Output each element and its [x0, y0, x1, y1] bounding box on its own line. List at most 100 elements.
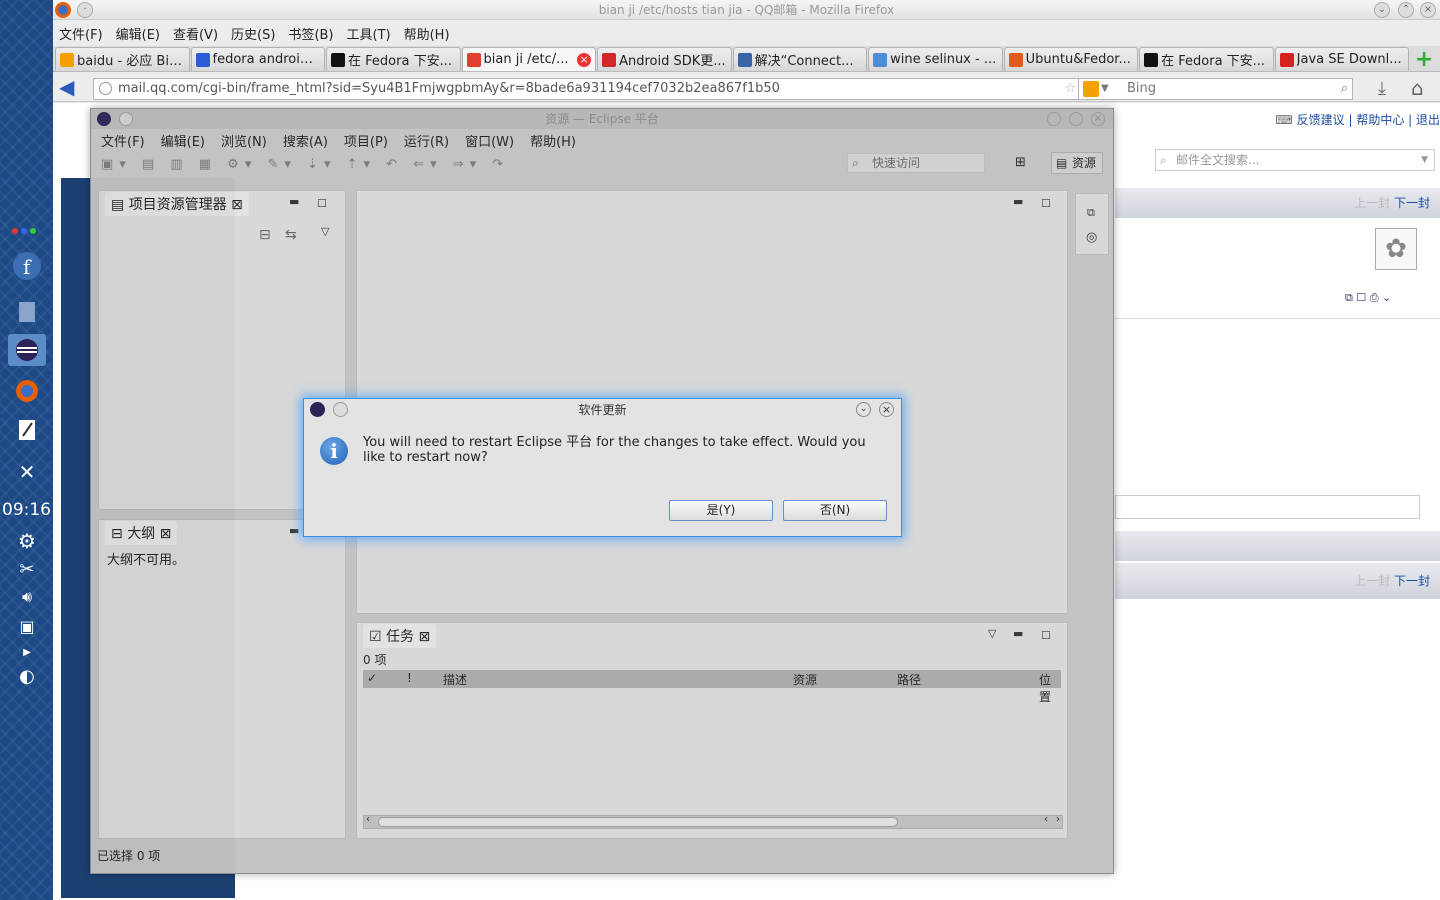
no-button[interactable]: 否(N)	[783, 500, 887, 521]
collapse-all-icon[interactable]: ⊟	[259, 227, 271, 243]
volume-icon[interactable]: 🔊︎	[8, 581, 46, 613]
eclipse-menu-item[interactable]: 搜索(A)	[283, 131, 328, 150]
bookmark-star-icon[interactable]: ☆	[1064, 79, 1076, 99]
tab[interactable]: 解决“Connect...	[732, 47, 868, 71]
task-column-header[interactable]: 位置	[1039, 671, 1061, 705]
open-perspective-icon[interactable]: ⊞	[1015, 155, 1026, 170]
tools-icon[interactable]: ✕	[8, 456, 46, 488]
tasks-minimize-icon[interactable]: ▬	[1013, 627, 1023, 640]
tab[interactable]: wine selinux - ...	[868, 47, 1003, 71]
next-mail-link-bottom[interactable]: 下一封	[1394, 574, 1430, 588]
tasks-hscrollbar[interactable]: ‹ ‹ ›	[363, 814, 1063, 829]
moon-icon[interactable]: ◐	[8, 660, 46, 692]
eclipse-menu-item[interactable]: 编辑(E)	[161, 131, 205, 150]
tab[interactable]: 在 Fedora 下安...	[326, 47, 461, 71]
menu-item[interactable]: 编辑(E)	[116, 24, 160, 43]
eclipse-dock-icon[interactable]	[8, 334, 46, 366]
prev-mail-link-bottom[interactable]: 上一封	[1354, 574, 1390, 588]
close-icon[interactable]: ×	[1420, 2, 1436, 18]
menu-item[interactable]: 工具(T)	[347, 24, 391, 43]
eclipse-maximize-icon[interactable]	[1069, 112, 1083, 126]
panel-maximize-icon[interactable]: ☐	[317, 197, 327, 210]
link-editor-icon[interactable]: ⇆	[285, 227, 297, 243]
outline-minimize-icon[interactable]: ▬	[289, 524, 299, 537]
firefox-icon[interactable]	[8, 375, 46, 407]
eclipse-menu-item[interactable]: 浏览(N)	[221, 131, 267, 150]
eclipse-window-menu-icon[interactable]	[119, 112, 133, 126]
tab[interactable]: 在 Fedora 下安...	[1139, 47, 1274, 71]
view-menu-icon[interactable]: ▽	[321, 225, 329, 238]
tab[interactable]: Android SDK更...	[597, 47, 732, 71]
binoculars-icon[interactable]: ⌕	[1341, 79, 1348, 99]
yes-button[interactable]: 是(Y)	[669, 500, 773, 521]
search-field[interactable]: ▼ Bing ⌕	[1078, 78, 1353, 100]
reply-box[interactable]	[1115, 495, 1420, 519]
quick-access-input[interactable]: ⌕ 快速访问	[847, 153, 985, 173]
task-column-header[interactable]: 路径	[897, 671, 921, 688]
home-icon[interactable]: ⌂	[1411, 76, 1424, 100]
keyboard-icon[interactable]: ⌨	[1275, 113, 1292, 127]
eclipse-minimize-icon[interactable]	[1047, 112, 1061, 126]
dialog-close-icon[interactable]: ×	[879, 402, 894, 417]
eclipse-menu-item[interactable]: 窗口(W)	[465, 131, 514, 150]
task-column-header[interactable]: 描述	[443, 671, 467, 688]
eclipse-menu-item[interactable]: 运行(R)	[404, 131, 449, 150]
maximize-icon[interactable]: ⌃	[1398, 2, 1414, 18]
perspective-resource-button[interactable]: ▤ 资源	[1051, 152, 1103, 174]
tab-close-icon[interactable]: ×	[577, 52, 592, 67]
task-column-header[interactable]: 资源	[793, 671, 817, 688]
restore-icon[interactable]: ⧉	[1087, 206, 1095, 220]
task-column-header[interactable]: !	[407, 671, 412, 685]
next-mail-link[interactable]: 下一封	[1394, 196, 1430, 210]
eclipse-close-icon[interactable]: ×	[1091, 112, 1105, 126]
tab[interactable]: fedora android...	[190, 47, 326, 71]
menu-item[interactable]: 查看(V)	[173, 24, 218, 43]
sender-avatar[interactable]: ✿	[1375, 228, 1417, 270]
download-icon[interactable]: ⤓	[1378, 78, 1386, 99]
back-arrow-icon[interactable]: ◀	[59, 75, 74, 99]
search-dropdown-icon[interactable]: ▼	[1421, 150, 1428, 170]
dialog-menu-icon[interactable]	[333, 402, 348, 417]
qqmail-top-links[interactable]: ⌨ 反馈建议 | 帮助中心 | 退出	[1275, 111, 1440, 128]
tasks-maximize-icon[interactable]: ☐	[1041, 629, 1051, 642]
eclipse-menu-item[interactable]: 帮助(H)	[530, 131, 576, 150]
scrollbar-thumb[interactable]	[378, 817, 898, 827]
eclipse-menu-item[interactable]: 项目(P)	[344, 131, 388, 150]
minimize-icon[interactable]: ⌄	[1374, 2, 1390, 18]
menu-item[interactable]: 文件(F)	[59, 24, 103, 43]
tasks-view-menu-icon[interactable]: ▽	[988, 627, 996, 640]
window-menu-icon[interactable]: ·	[77, 2, 93, 18]
engine-dropdown-icon[interactable]: ▼	[1101, 79, 1109, 99]
scroll-left-icon[interactable]: ‹	[366, 814, 370, 825]
tab-outline[interactable]: ⊟ 大纲 ⊠	[105, 521, 178, 545]
site-identity-icon[interactable]	[99, 82, 112, 95]
tab[interactable]: baidu - 必应 Bing	[55, 47, 190, 71]
menu-item[interactable]: 历史(S)	[231, 24, 275, 43]
mail-search-input[interactable]: ⌕ 邮件全文搜索... ▼	[1155, 149, 1435, 171]
tab[interactable]: bian ji /etc/... ×	[461, 47, 597, 71]
task-column-header[interactable]: ✓	[367, 671, 377, 685]
scroll-left2-icon[interactable]: ‹	[1044, 814, 1048, 825]
bing-engine-icon[interactable]	[1083, 81, 1099, 97]
tab[interactable]: Java SE Downl...	[1274, 47, 1410, 71]
scroll-right-icon[interactable]: ›	[1056, 814, 1060, 825]
toolbar-buttons-icon[interactable]: ▣▾ ▤ ▥ ▦ ⚙▾ ✎▾ ⇣▾ ⇡▾ ↶ ⇐▾ ⇒▾ ↷	[101, 157, 509, 172]
editor-icon[interactable]	[8, 414, 46, 446]
menu-item[interactable]: 书签(B)	[288, 24, 333, 43]
dialog-minimize-icon[interactable]: ⌄	[856, 402, 871, 417]
eclipse-menu-item[interactable]: 文件(F)	[101, 131, 145, 150]
tab-project-explorer[interactable]: ▤ 项目资源管理器 ⊠	[105, 192, 249, 216]
tab[interactable]: Ubuntu&Fedor...	[1003, 47, 1139, 71]
url-field[interactable]: mail.qq.com/cgi-bin/frame_html?sid=Syu4B…	[93, 78, 1117, 100]
new-tab-icon[interactable]: +	[1410, 47, 1438, 72]
panel-minimize-icon[interactable]: ▬	[289, 195, 299, 208]
editor-minimize-icon[interactable]: ▬	[1013, 195, 1023, 208]
tab-tasks[interactable]: ☑ 任务 ⊠	[363, 624, 437, 648]
fedora-icon[interactable]: f	[8, 250, 46, 282]
editor-maximize-icon[interactable]: ☐	[1041, 197, 1051, 210]
prev-mail-link[interactable]: 上一封	[1354, 196, 1390, 210]
menu-item[interactable]: 帮助(H)	[404, 24, 450, 43]
palette-icon[interactable]: ◎	[1086, 230, 1097, 245]
files-icon[interactable]	[8, 296, 46, 328]
mail-actions-icons[interactable]: ⧉ ☐ ⎙ ⌄	[1345, 291, 1391, 305]
